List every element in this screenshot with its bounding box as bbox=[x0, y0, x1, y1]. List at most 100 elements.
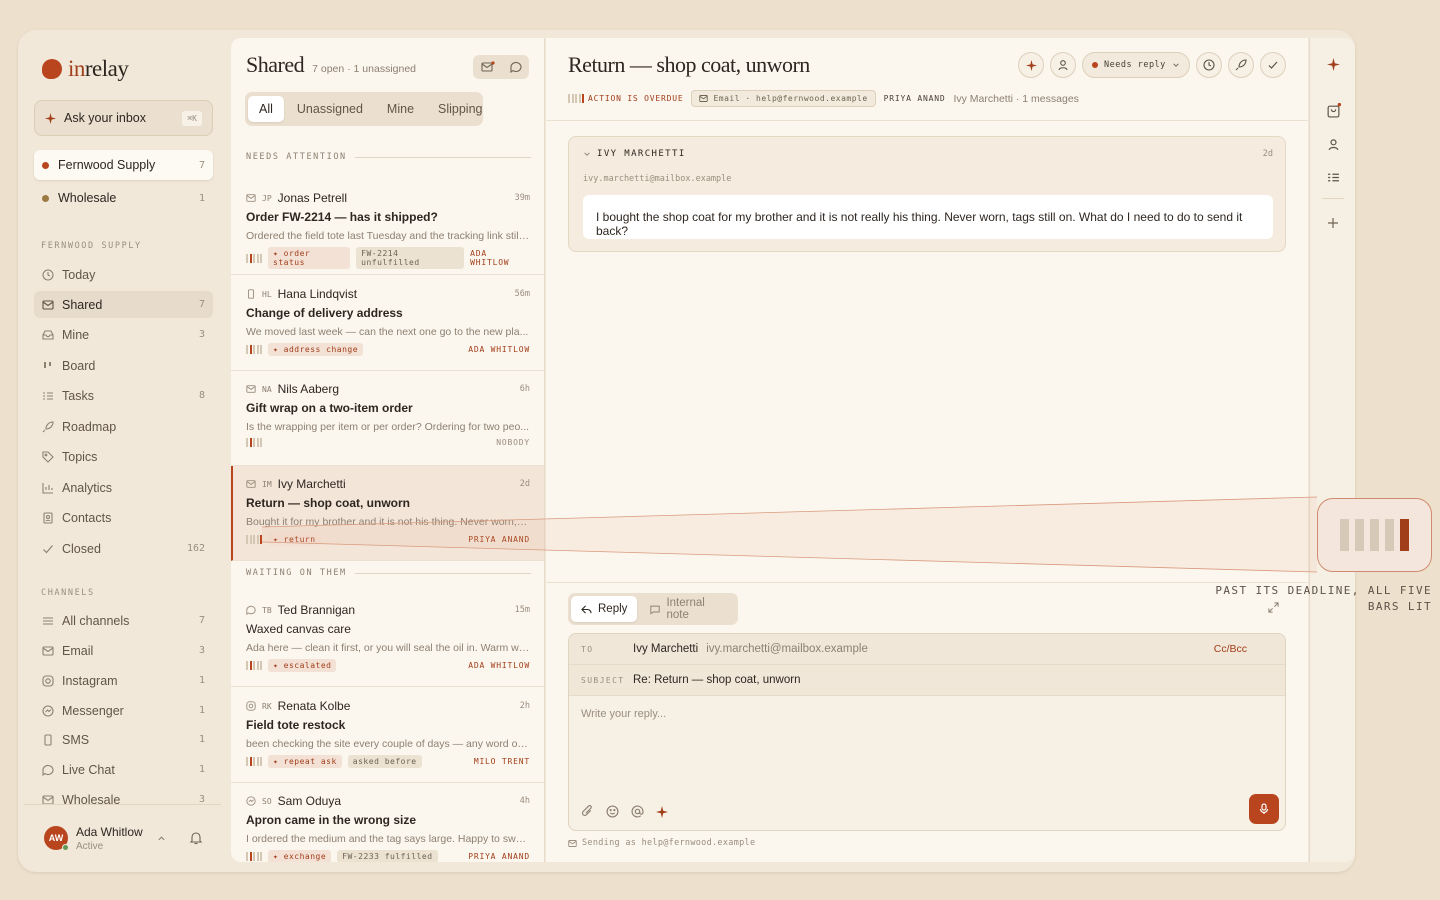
sidebar-item-label: Topics bbox=[62, 449, 98, 464]
chat-bubble-icon[interactable] bbox=[509, 61, 522, 73]
snooze-button[interactable] bbox=[1195, 52, 1222, 78]
conversation-preview: I ordered the medium and the tag says la… bbox=[246, 833, 530, 845]
chart-icon bbox=[42, 482, 53, 494]
sidebar-item-mine[interactable]: Mine 3 bbox=[34, 321, 213, 348]
person-icon bbox=[1328, 138, 1338, 150]
sidebar-item-topics[interactable]: Topics bbox=[34, 443, 213, 470]
sidebar-item-label: Contacts bbox=[62, 510, 112, 525]
conversation-tag[interactable]: ✦ address change bbox=[268, 343, 364, 356]
reply-textarea[interactable]: Write your reply... bbox=[569, 696, 1285, 732]
right-rail bbox=[1309, 38, 1355, 862]
reply-icon bbox=[581, 604, 592, 614]
conversation-preview: Bought it for my brother and it is not h… bbox=[246, 516, 530, 528]
conversation-tag[interactable]: ✦ exchange bbox=[268, 850, 332, 862]
cc-bcc-button[interactable]: Cc/Bcc bbox=[1214, 643, 1247, 655]
channel-all[interactable]: All channels 7 bbox=[34, 607, 213, 634]
sidebar-item-board[interactable]: Board bbox=[34, 352, 213, 379]
add-panel-button[interactable] bbox=[1324, 214, 1342, 232]
ai-rail-button[interactable] bbox=[1324, 55, 1342, 73]
instagram-icon bbox=[246, 701, 256, 711]
tab-unassigned[interactable]: Unassigned bbox=[286, 96, 374, 122]
conversation-row[interactable]: SO Sam Oduya 4h Apron came in the wrong siz… bbox=[231, 783, 544, 862]
urgency-bars bbox=[246, 661, 262, 670]
workspace-fernwood[interactable]: Fernwood Supply 7 bbox=[34, 150, 213, 180]
roadmap-button[interactable] bbox=[1227, 52, 1254, 78]
user-menu[interactable]: AW Ada Whitlow Active bbox=[34, 816, 213, 860]
tasks-rail-button[interactable] bbox=[1324, 168, 1342, 186]
conversation-preview: Ada here — clean it first, or you will s… bbox=[246, 642, 530, 654]
tab-slipping[interactable]: Slipping bbox=[427, 96, 493, 122]
close-conversation-button[interactable] bbox=[1259, 52, 1286, 78]
tab-all[interactable]: All bbox=[248, 96, 284, 122]
sidebar-item-contacts[interactable]: Contacts bbox=[34, 504, 213, 531]
to-row[interactable]: TO Ivy Marchetti ivy.marchetti@mailbox.e… bbox=[569, 634, 1285, 665]
new-mail-icon[interactable] bbox=[480, 61, 495, 73]
channel-wholesale[interactable]: Wholesale 3 bbox=[34, 786, 213, 813]
channel-sms[interactable]: SMS 1 bbox=[34, 726, 213, 753]
status-dropdown[interactable]: Needs reply bbox=[1082, 52, 1190, 78]
tab-reply[interactable]: Reply bbox=[571, 596, 638, 622]
conversation-row[interactable]: HL Hana Lindqvist 56m Change of delivery ad… bbox=[231, 276, 544, 371]
bell-icon[interactable] bbox=[189, 831, 203, 845]
emoji-icon[interactable] bbox=[606, 805, 619, 818]
orders-rail-button[interactable] bbox=[1324, 101, 1342, 119]
conversation-row[interactable]: NA Nils Aaberg 6h Gift wrap on a two-item o… bbox=[231, 371, 544, 466]
message-email: ivy.marchetti@mailbox.example bbox=[583, 174, 732, 184]
channel-count: 1 bbox=[198, 764, 205, 775]
conversation-tag[interactable]: ✦ order status bbox=[268, 247, 351, 269]
subject-row[interactable]: SUBJECT Re: Return — shop coat, unworn bbox=[569, 665, 1285, 696]
channel-chip[interactable]: Email · help@fernwood.example bbox=[691, 90, 876, 107]
message-sender[interactable]: IVY MARCHETTI bbox=[583, 149, 686, 159]
voice-button[interactable] bbox=[1249, 794, 1279, 824]
sidebar-item-analytics[interactable]: Analytics bbox=[34, 474, 213, 501]
conversation-tag[interactable]: FW-2233 fulfilled bbox=[337, 850, 438, 862]
contact-rail-button[interactable] bbox=[1324, 135, 1342, 153]
conversation-preview: We moved last week — can the next one go… bbox=[246, 326, 529, 338]
channel-email[interactable]: Email 3 bbox=[34, 637, 213, 664]
ask-inbox-button[interactable]: Ask your inbox ⌘K bbox=[34, 100, 213, 136]
contact-initials: JP bbox=[262, 193, 272, 203]
phone-icon bbox=[44, 733, 52, 746]
sparkle-icon bbox=[1326, 57, 1340, 71]
sparkle-icon[interactable] bbox=[656, 805, 668, 818]
sidebar-item-closed[interactable]: Closed 162 bbox=[34, 535, 213, 562]
conversation-tag[interactable]: ✦ repeat ask bbox=[268, 755, 342, 768]
sidebar-item-count: 162 bbox=[186, 543, 205, 554]
sidebar-item-today[interactable]: Today bbox=[34, 261, 213, 288]
conversation-row[interactable]: TB Ted Brannigan 15m Waxed canvas care Ada h… bbox=[231, 592, 544, 687]
phone-icon bbox=[248, 289, 254, 299]
channel-messenger[interactable]: Messenger 1 bbox=[34, 697, 213, 724]
logo: inrelay bbox=[42, 56, 129, 82]
tab-mine[interactable]: Mine bbox=[376, 96, 425, 122]
check-icon bbox=[1268, 61, 1278, 69]
conversation-time: 2h bbox=[519, 701, 530, 711]
conversation-row[interactable]: RK Renata Kolbe 2h Field tote restock been c… bbox=[231, 688, 544, 783]
conversation-list: Shared 7 open · 1 unassigned All Unassig… bbox=[231, 38, 545, 862]
channel-label: SMS bbox=[62, 732, 90, 747]
composer-tabs: Reply Internal note bbox=[568, 593, 738, 625]
conversation-tag[interactable]: ✦ return bbox=[268, 533, 321, 546]
tab-internal-note[interactable]: Internal note bbox=[640, 596, 735, 622]
channel-live-chat[interactable]: Live Chat 1 bbox=[34, 756, 213, 783]
sidebar-item-shared[interactable]: Shared 7 bbox=[34, 291, 213, 318]
conversation-row[interactable]: JP Jonas Petrell 39m Order FW-2214 — has it… bbox=[231, 180, 544, 275]
sidebar-item-roadmap[interactable]: Roadmap bbox=[34, 413, 213, 440]
conversation-tag[interactable]: ✦ escalated bbox=[268, 659, 337, 672]
channel-instagram[interactable]: Instagram 1 bbox=[34, 667, 213, 694]
chat-icon bbox=[42, 764, 54, 776]
paperclip-icon[interactable] bbox=[581, 805, 594, 818]
contact-initials: HL bbox=[262, 289, 272, 299]
divider bbox=[1322, 198, 1344, 199]
ai-assist-button[interactable] bbox=[1018, 52, 1044, 78]
assign-button[interactable] bbox=[1050, 52, 1076, 78]
conversation-row[interactable]: IM Ivy Marchetti 2d Return — shop coat, unw… bbox=[231, 466, 544, 561]
channel-label: Instagram bbox=[62, 673, 118, 688]
messenger-icon bbox=[246, 796, 256, 806]
sidebar-item-tasks[interactable]: Tasks 8 bbox=[34, 382, 213, 409]
conversation-tag[interactable]: FW-2214 unfulfilled bbox=[356, 247, 465, 269]
conversation-owner: PRIYA ANAND bbox=[468, 852, 530, 861]
list-tabs: All Unassigned Mine Slipping bbox=[245, 92, 483, 126]
workspace-wholesale[interactable]: Wholesale 1 bbox=[34, 183, 213, 213]
mention-icon[interactable] bbox=[631, 805, 644, 818]
conversation-tag[interactable]: asked before bbox=[347, 755, 422, 768]
